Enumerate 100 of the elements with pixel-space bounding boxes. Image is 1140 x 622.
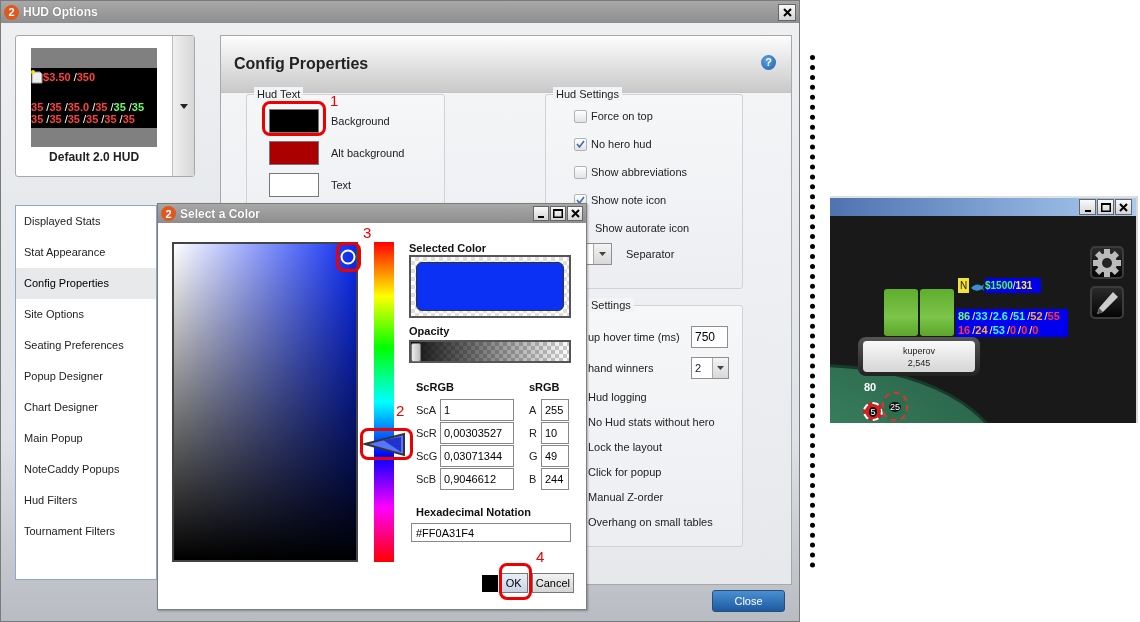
annotation-ring [336, 242, 361, 272]
option-label: Separator [626, 248, 675, 260]
nav-item[interactable]: Stat Appearance [16, 237, 156, 268]
minimize-button[interactable] [533, 206, 549, 221]
panel-title: Config Properties [234, 55, 370, 73]
input-field[interactable]: 0,00303527 [440, 422, 514, 444]
input-field[interactable]: 49 [541, 445, 569, 467]
window-title: HUD Options [23, 5, 99, 19]
annotation-number: 1 [330, 93, 339, 109]
swatch-label: Text [331, 179, 352, 191]
section-label: Hexadecimal Notation [415, 506, 532, 519]
field-label: R [529, 427, 538, 439]
nav-item[interactable]: Tournament Filters [16, 516, 156, 547]
input-field[interactable]: 1 [440, 399, 514, 421]
input-field[interactable]: 255 [541, 399, 569, 421]
hud-stats-line: 35 /35 /35.0 /35 /35 /35 [31, 100, 146, 113]
hud-preview-card[interactable]: $3.50 /350 35 /35 /35.0 /35 /35 /35 35 /35 /35 /35 /35 /35 Default 2.0 HUD [15, 35, 195, 177]
color-swatch[interactable] [269, 173, 319, 197]
close-icon [570, 209, 580, 218]
cancel-button[interactable]: Cancel [531, 573, 574, 593]
group-title: Settings [588, 298, 634, 312]
note-icon [31, 69, 44, 84]
input-field[interactable]: 0,03071344 [440, 445, 514, 467]
field-label: B [529, 473, 538, 485]
checkbox[interactable] [574, 109, 587, 123]
playing-card [884, 289, 918, 336]
maximize-icon [1100, 202, 1111, 212]
annotation-ring [499, 563, 532, 600]
checkbox[interactable] [574, 165, 587, 179]
pencil-icon [1094, 289, 1120, 316]
preview-caption: Default 2.0 HUD [49, 150, 140, 164]
picker-handle [340, 249, 356, 265]
nav-item[interactable]: Chart Designer [16, 392, 156, 423]
hud-stats-line: 86 /33 /2.6 /51 /52 /55 [958, 309, 1061, 323]
annotation-ring [360, 428, 413, 460]
option-label: Force on top [591, 110, 653, 122]
check-icon [576, 196, 585, 204]
nav-item[interactable]: Hud Filters [16, 485, 156, 516]
hue-slider[interactable] [363, 242, 407, 562]
option-label: No hero hud [591, 138, 652, 150]
color-swatch[interactable] [269, 141, 319, 165]
color-swatch[interactable] [269, 109, 319, 133]
minimize-button[interactable] [1079, 199, 1096, 215]
maximize-button[interactable] [1097, 199, 1114, 215]
option-label: Show autorate icon [595, 222, 690, 234]
close-button[interactable] [1115, 199, 1132, 215]
opacity-slider[interactable] [409, 340, 571, 363]
field-label: ScA [416, 404, 438, 416]
caret-icon [179, 103, 188, 109]
maximize-icon [553, 209, 563, 218]
close-icon [1119, 202, 1128, 212]
nav-item[interactable]: Config Properties [16, 268, 156, 299]
hud-stats-line: 35 /35 /35 /35 /35 /35 [31, 112, 136, 125]
field-label: G [529, 450, 539, 462]
close-button[interactable] [778, 3, 796, 21]
input-field[interactable]: 750 [691, 326, 728, 348]
option-label: Show abbreviations [591, 166, 687, 178]
field-label: A [529, 404, 538, 416]
playing-card [920, 289, 954, 336]
section-label: ScRGB [416, 380, 455, 394]
note-badge[interactable]: N [958, 278, 969, 293]
nav-item[interactable]: Seating Preferences [16, 330, 156, 361]
settings-button[interactable] [1090, 246, 1124, 279]
nav-item[interactable]: Popup Designer [16, 361, 156, 392]
checkbox[interactable] [574, 137, 587, 151]
player-stack: 2,545 [906, 356, 932, 369]
settings-icon [1092, 247, 1122, 278]
close-button[interactable] [567, 206, 583, 221]
annotation-number: 3 [363, 225, 372, 241]
fish-icon [970, 282, 984, 292]
nav-item[interactable]: Site Options [16, 299, 156, 330]
minimize-icon [538, 216, 544, 218]
nav-item[interactable]: NoteCaddy Popups [16, 454, 156, 485]
nav-item[interactable]: Main Popup [16, 423, 156, 454]
edit-button[interactable] [1090, 286, 1124, 319]
annotation-number: 4 [536, 549, 545, 565]
caret-icon [717, 366, 725, 370]
nav-item[interactable]: Displayed Stats [16, 206, 156, 237]
color-field[interactable] [172, 242, 358, 562]
dialog-title: Select a Color [180, 206, 262, 221]
input-field[interactable]: 10 [541, 422, 569, 444]
minimize-icon [1084, 209, 1091, 212]
option-label: Click for popup [588, 465, 662, 480]
maximize-button[interactable] [550, 206, 566, 221]
app-logo: 2 [161, 206, 176, 221]
group-title: Hud Text [254, 87, 304, 101]
player-name: kuperov [902, 344, 936, 357]
hud-stats-line: $3.50 /350 [43, 70, 96, 83]
swatch-label: Background [331, 115, 390, 127]
section-label: Selected Color [409, 242, 488, 255]
input-field[interactable]: 244 [541, 468, 569, 490]
close-button[interactable]: Close [712, 590, 785, 612]
dropdown[interactable]: 2 [691, 357, 729, 379]
annotation-ring [262, 101, 326, 136]
option-label: Overhang on small tables [588, 515, 713, 530]
option-label: up hover time (ms) [588, 329, 681, 345]
option-label: Show note icon [591, 194, 667, 206]
field-label: ScG [416, 450, 439, 462]
input-field[interactable]: #FF0A31F4 [411, 523, 571, 542]
input-field[interactable]: 0,9046612 [440, 468, 514, 490]
